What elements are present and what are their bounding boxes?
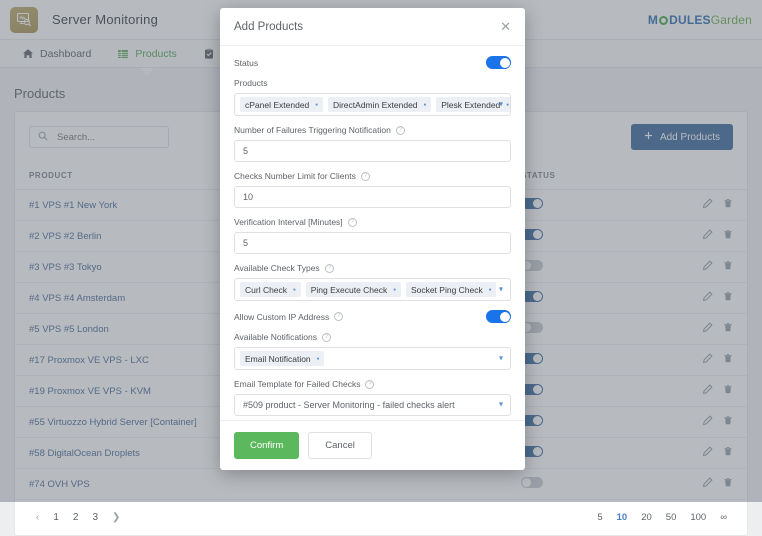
- help-circle-icon[interactable]: ?: [395, 125, 405, 135]
- chevron-down-icon: ▾: [498, 399, 503, 409]
- field-failures: Number of Failures Triggering Notificati…: [234, 125, 511, 162]
- pagination-prev[interactable]: ‹: [29, 510, 46, 525]
- tag-chip-label: Ping Execute Check: [310, 284, 388, 295]
- field-products: Products cPanel Extended ▪ DirectAdmin Ext…: [234, 78, 511, 116]
- confirm-button[interactable]: Confirm: [234, 432, 300, 459]
- field-checks-limit: Checks Number Limit for Clients ?: [234, 171, 511, 208]
- label-custom-ip-text: Allow Custom IP Address: [234, 311, 330, 322]
- tag-chip-label: DirectAdmin Extended: [332, 99, 418, 110]
- pagination-page-1[interactable]: 1: [46, 510, 66, 525]
- remove-tag-icon[interactable]: ▪: [489, 285, 492, 294]
- label-products-text: Products: [234, 78, 268, 88]
- chevron-down-icon: ▾: [498, 99, 503, 109]
- tag-chip: DirectAdmin Extended ▪: [327, 97, 432, 112]
- pagination-page-3[interactable]: 3: [85, 510, 105, 525]
- label-failures-text: Number of Failures Triggering Notificati…: [234, 125, 391, 135]
- notifications-multiselect[interactable]: Email Notification ▪ ▾: [234, 347, 511, 370]
- tag-chip: cPanel Extended ▪: [240, 97, 323, 112]
- label-custom-ip: Allow Custom IP Address ?: [234, 311, 344, 322]
- chevron-down-icon: ▾: [498, 284, 503, 294]
- label-check-types: Available Check Types ?: [234, 263, 511, 273]
- field-notifications: Available Notifications ? Email Notifica…: [234, 332, 511, 370]
- pagination-next[interactable]: ❯: [105, 510, 127, 525]
- add-products-modal: Add Products ✕ Status Products cPanel Ex…: [220, 8, 525, 470]
- tpl-failed-value: #509 product - Server Monitoring - faile…: [243, 400, 455, 410]
- interval-input[interactable]: [234, 232, 511, 254]
- label-failures: Number of Failures Triggering Notificati…: [234, 125, 511, 135]
- close-icon[interactable]: ✕: [500, 20, 511, 33]
- tag-chip-label: Socket Ping Check: [410, 284, 483, 295]
- label-notifications-text: Available Notifications: [234, 332, 317, 342]
- page-size-option[interactable]: ∞: [714, 510, 733, 525]
- help-circle-icon[interactable]: ?: [365, 379, 375, 389]
- remove-tag-icon[interactable]: ▪: [315, 100, 318, 109]
- remove-tag-icon[interactable]: ▪: [424, 100, 427, 109]
- status-toggle[interactable]: [486, 56, 511, 69]
- remove-tag-icon[interactable]: ▪: [317, 354, 320, 363]
- label-products: Products: [234, 78, 511, 88]
- field-interval: Verification Interval [Minutes] ?: [234, 217, 511, 254]
- label-interval: Verification Interval [Minutes] ?: [234, 217, 511, 227]
- label-tpl-failed-text: Email Template for Failed Checks: [234, 379, 361, 389]
- page-size-option[interactable]: 20: [635, 510, 658, 525]
- modal-footer: Confirm Cancel: [220, 420, 525, 470]
- field-check-types: Available Check Types ? Curl Check ▪ Ping …: [234, 263, 511, 301]
- help-circle-icon[interactable]: ?: [324, 263, 334, 273]
- label-checks-limit: Checks Number Limit for Clients ?: [234, 171, 511, 181]
- page-size-option[interactable]: 100: [684, 510, 712, 525]
- modal-header: Add Products ✕: [220, 8, 525, 46]
- tag-chip: Curl Check ▪: [240, 282, 301, 297]
- label-tpl-failed: Email Template for Failed Checks ?: [234, 379, 511, 389]
- tag-chip: Email Notification ▪: [240, 351, 325, 366]
- remove-tag-icon[interactable]: ▪: [506, 100, 509, 109]
- page-size-selector: 5 10 20 50 100 ∞: [591, 510, 733, 525]
- tag-chip: Socket Ping Check ▪: [405, 282, 497, 297]
- label-checks-limit-text: Checks Number Limit for Clients: [234, 171, 356, 181]
- remove-tag-icon[interactable]: ▪: [393, 285, 396, 294]
- checks-limit-input[interactable]: [234, 186, 511, 208]
- help-circle-icon[interactable]: ?: [347, 217, 357, 227]
- tag-chip-label: cPanel Extended: [245, 99, 310, 110]
- failures-input[interactable]: [234, 140, 511, 162]
- tpl-failed-select[interactable]: #509 product - Server Monitoring - faile…: [234, 394, 511, 416]
- tag-chip: Ping Execute Check ▪: [305, 282, 401, 297]
- remove-tag-icon[interactable]: ▪: [293, 285, 296, 294]
- custom-ip-toggle[interactable]: [486, 310, 511, 323]
- cancel-button[interactable]: Cancel: [308, 432, 372, 459]
- label-status: Status: [234, 57, 259, 68]
- page-size-option[interactable]: 10: [611, 510, 634, 525]
- field-status: Status: [234, 56, 511, 69]
- chevron-down-icon: ▾: [498, 353, 503, 363]
- field-tpl-failed: Email Template for Failed Checks ? #509 …: [234, 379, 511, 416]
- page-size-option[interactable]: 50: [660, 510, 683, 525]
- label-interval-text: Verification Interval [Minutes]: [234, 217, 343, 227]
- field-custom-ip: Allow Custom IP Address ?: [234, 310, 511, 323]
- tag-chip-label: Email Notification: [245, 353, 311, 364]
- check-types-multiselect[interactable]: Curl Check ▪ Ping Execute Check ▪ Socket Pin…: [234, 278, 511, 301]
- help-circle-icon[interactable]: ?: [360, 171, 370, 181]
- pagination-page-2[interactable]: 2: [66, 510, 86, 525]
- tag-chip-label: Plesk Extended: [441, 99, 501, 110]
- modal-body: Status Products cPanel Extended ▪ DirectAd…: [220, 46, 525, 420]
- tag-chip-label: Curl Check: [245, 284, 288, 295]
- label-check-types-text: Available Check Types: [234, 263, 320, 273]
- products-multiselect[interactable]: cPanel Extended ▪ DirectAdmin Extended ▪ Ple…: [234, 93, 511, 116]
- page-size-option[interactable]: 5: [591, 510, 608, 525]
- help-circle-icon[interactable]: ?: [322, 332, 331, 342]
- label-notifications: Available Notifications ?: [234, 332, 511, 342]
- help-circle-icon[interactable]: ?: [334, 312, 344, 321]
- pagination: ‹ 1 2 3 ❯ 5 10 20 50 100 ∞: [15, 500, 747, 535]
- modal-title: Add Products: [234, 20, 304, 33]
